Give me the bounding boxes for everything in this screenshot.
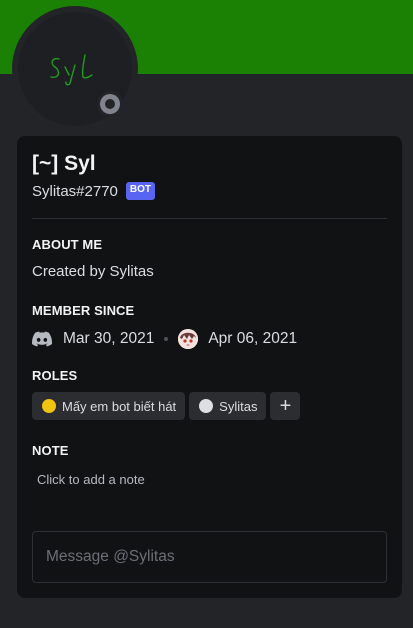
separator-dot — [164, 337, 169, 341]
note-input[interactable]: Click to add a note — [32, 469, 242, 490]
roles-heading: ROLES — [32, 368, 78, 383]
role-pill[interactable]: Sylitas — [189, 392, 267, 420]
member-since-row: Mar 30, 2021 Apr 06, 2021 — [32, 328, 297, 350]
discord-logo-icon — [32, 331, 52, 347]
member-since-heading: MEMBER SINCE — [32, 303, 135, 318]
divider — [32, 218, 387, 219]
role-name: Mấy em bot biết hát — [62, 398, 177, 414]
roles-list: Mấy em bot biết hát Sylitas + — [32, 392, 301, 420]
role-pill[interactable]: Mấy em bot biết hát — [32, 392, 186, 420]
username-row: Sylitas#2770 BOT — [32, 182, 156, 200]
bot-badge: BOT — [125, 182, 156, 200]
avatar-signature-icon — [50, 54, 93, 86]
display-name: [~] Syl — [32, 152, 96, 175]
username: Sylitas#2770 — [32, 182, 118, 200]
server-join-date: Apr 06, 2021 — [208, 330, 298, 347]
add-role-button[interactable]: + — [270, 392, 301, 420]
role-name: Sylitas — [219, 398, 258, 414]
note-heading: NOTE — [32, 443, 69, 458]
message-placeholder: Message @Sylitas — [46, 548, 175, 565]
role-color-dot — [42, 399, 56, 413]
discord-join-date: Mar 30, 2021 — [63, 330, 155, 347]
about-me-heading: ABOUT ME — [32, 237, 103, 252]
offline-status-icon — [100, 94, 120, 114]
profile-card: [~] Syl Sylitas#2770 BOT ABOUT ME Create… — [17, 136, 402, 598]
message-input[interactable]: Message @Sylitas — [32, 531, 387, 583]
server-avatar-icon — [178, 329, 199, 349]
about-me-text: Created by Sylitas — [32, 263, 154, 280]
role-color-dot — [199, 399, 214, 413]
